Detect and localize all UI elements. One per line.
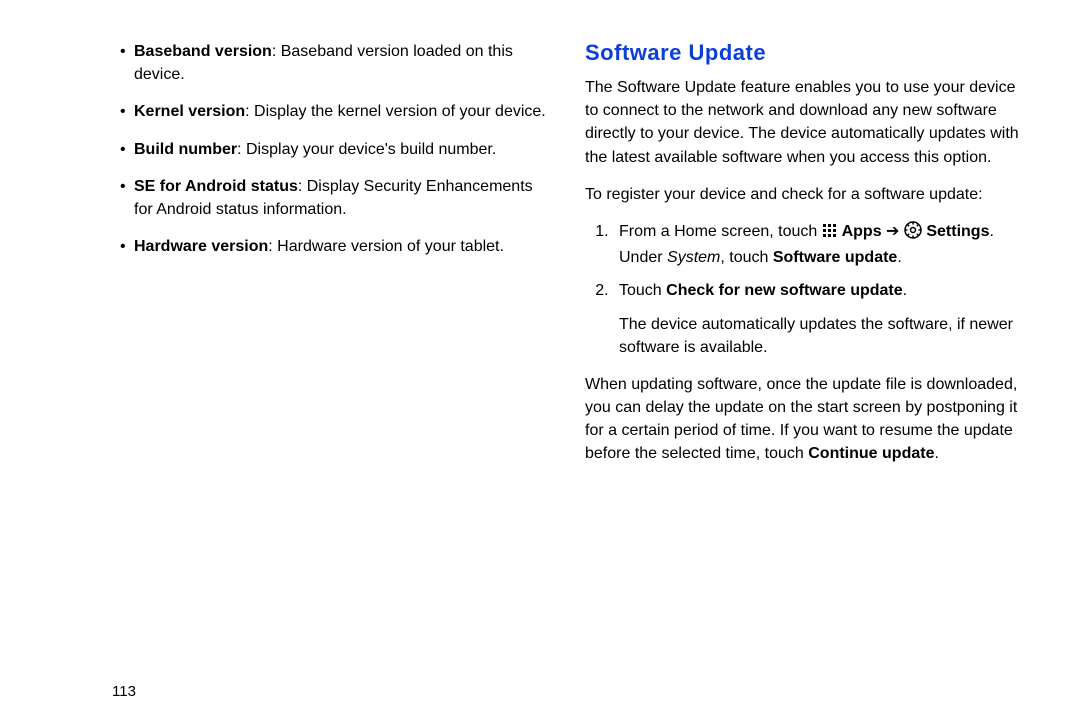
list-item: Build number: Display your device's buil…	[120, 138, 555, 161]
page-number: 113	[112, 683, 136, 700]
step-text: .	[897, 249, 901, 266]
term: Hardware version	[134, 238, 268, 255]
system-label: System	[667, 249, 720, 266]
right-column: Software Update The Software Update feat…	[575, 40, 1040, 700]
desc: : Display the kernel version of your dev…	[245, 103, 546, 120]
step-paragraph: The device automatically updates the sof…	[619, 313, 1020, 359]
continue-update-label: Continue update	[808, 445, 934, 462]
paragraph: To register your device and check for a …	[585, 183, 1020, 206]
term: Build number	[134, 141, 237, 158]
desc: : Hardware version of your tablet.	[268, 238, 504, 255]
list-item: Hardware version: Hardware version of yo…	[120, 235, 555, 258]
desc: : Display your device's build number.	[237, 141, 496, 158]
paragraph: The Software Update feature enables you …	[585, 76, 1020, 169]
term: SE for Android status	[134, 178, 298, 195]
step-item: From a Home screen, touch Apps ➔	[613, 220, 1020, 269]
step-text: Touch	[619, 282, 666, 299]
left-column: Baseband version: Baseband version loade…	[40, 40, 575, 700]
list-item: Baseband version: Baseband version loade…	[120, 40, 555, 86]
step-item: Touch Check for new software update. The…	[613, 279, 1020, 359]
step-text: .	[903, 282, 907, 299]
step-list: From a Home screen, touch Apps ➔	[585, 220, 1020, 359]
paragraph: When updating software, once the update …	[585, 373, 1020, 466]
settings-label: Settings	[922, 223, 990, 240]
para-text: When updating software, once the update …	[585, 376, 1017, 463]
step-text: , touch	[720, 249, 772, 266]
settings-gear-icon	[904, 221, 922, 246]
arrow: ➔	[882, 223, 904, 240]
step-text: From a Home screen, touch	[619, 223, 822, 240]
software-update-label: Software update	[773, 249, 897, 266]
term: Kernel version	[134, 103, 245, 120]
list-item: SE for Android status: Display Security …	[120, 175, 555, 221]
term: Baseband version	[134, 43, 272, 60]
definition-list: Baseband version: Baseband version loade…	[120, 40, 555, 258]
para-text: .	[934, 445, 938, 462]
apps-label: Apps	[838, 223, 882, 240]
apps-grid-icon	[822, 223, 838, 246]
section-heading: Software Update	[585, 40, 1020, 66]
check-update-label: Check for new software update	[666, 282, 903, 299]
document-page: Baseband version: Baseband version loade…	[0, 0, 1080, 720]
list-item: Kernel version: Display the kernel versi…	[120, 100, 555, 123]
